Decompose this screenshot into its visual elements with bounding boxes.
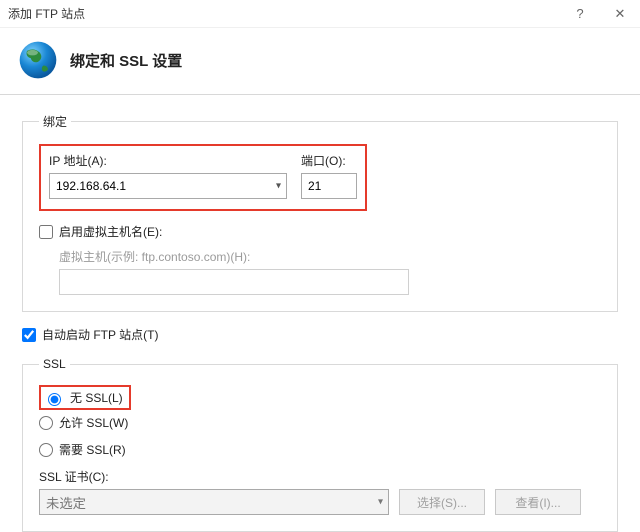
allow-ssl-row: 允许 SSL(W) [39, 414, 601, 431]
view-cert-button: 查看(I)... [495, 489, 581, 515]
page-header: 绑定和 SSL 设置 [0, 28, 640, 95]
ssl-cert-combo-wrap: ▾ [39, 489, 389, 515]
autostart-checkbox[interactable] [22, 328, 36, 342]
allow-ssl-radio[interactable] [39, 416, 53, 430]
vhost-label: 虚拟主机(示例: ftp.contoso.com)(H): [59, 248, 601, 265]
ip-address-label: IP 地址(A): [49, 152, 287, 169]
select-cert-button: 选择(S)... [399, 489, 485, 515]
globe-icon [16, 38, 60, 82]
ssl-cert-label: SSL 证书(C): [39, 468, 601, 485]
enable-vhost-label: 启用虚拟主机名(E): [59, 223, 162, 240]
help-button[interactable]: ? [560, 0, 600, 28]
page-title: 绑定和 SSL 设置 [70, 50, 182, 71]
binding-highlight: IP 地址(A): ▾ 端口(O): [39, 144, 367, 211]
close-button[interactable]: ✕ [600, 0, 640, 28]
port-label: 端口(O): [301, 152, 357, 169]
binding-group: 绑定 IP 地址(A): ▾ 端口(O): 启用虚拟主机名(E): [22, 113, 618, 312]
autostart-label: 自动启动 FTP 站点(T) [42, 326, 158, 343]
enable-vhost-checkbox[interactable] [39, 225, 53, 239]
ssl-legend: SSL [39, 357, 70, 371]
ssl-highlight: 无 SSL(L) [39, 385, 131, 410]
port-field[interactable] [301, 173, 357, 199]
binding-legend: 绑定 [39, 113, 71, 130]
ssl-cert-field[interactable] [39, 489, 389, 515]
ip-address-combo-wrap: ▾ [49, 173, 287, 199]
no-ssl-radio[interactable] [48, 393, 61, 406]
ip-address-field[interactable] [49, 173, 287, 199]
body: 绑定 IP 地址(A): ▾ 端口(O): 启用虚拟主机名(E): [0, 95, 640, 532]
vhost-field [59, 269, 409, 295]
autostart-row: 自动启动 FTP 站点(T) [22, 326, 618, 343]
chevron-down-icon: ▾ [378, 497, 383, 508]
require-ssl-radio[interactable] [39, 443, 53, 457]
window-title: 添加 FTP 站点 [8, 5, 560, 22]
require-ssl-row: 需要 SSL(R) [39, 441, 601, 458]
allow-ssl-label: 允许 SSL(W) [59, 414, 128, 431]
no-ssl-label: 无 SSL(L) [70, 389, 123, 406]
ssl-cert-row: ▾ 选择(S)... 查看(I)... [39, 489, 601, 515]
ssl-group: SSL 无 SSL(L) 允许 SSL(W) 需要 SSL(R) SSL 证书(… [22, 357, 618, 532]
titlebar: 添加 FTP 站点 ? ✕ [0, 0, 640, 28]
require-ssl-label: 需要 SSL(R) [59, 441, 126, 458]
enable-vhost-row: 启用虚拟主机名(E): [39, 223, 601, 240]
